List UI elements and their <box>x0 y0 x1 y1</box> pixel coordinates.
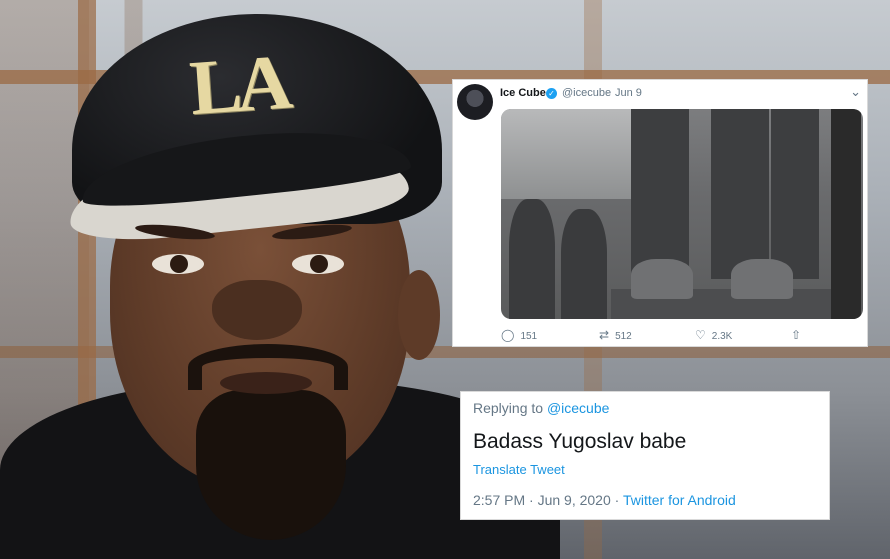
share-button[interactable]: ⇧ <box>791 328 807 342</box>
screenshot-canvas: LA Ice Cube ✓ @icecube · Jun 9 ⌄ ◯ 151 ⇄… <box>0 0 890 559</box>
legs-figure <box>631 109 689 279</box>
eye <box>292 254 344 274</box>
soldier-figure <box>561 209 607 319</box>
replying-handle-link[interactable]: @icecube <box>547 400 609 416</box>
avatar[interactable] <box>457 84 493 120</box>
retweet-count: 512 <box>615 331 632 342</box>
heart-icon: ♡ <box>695 328 706 342</box>
cap-logo: LA <box>187 37 290 132</box>
legs-figure <box>771 109 819 279</box>
replying-to-line: Replying to @icecube <box>473 400 609 416</box>
share-icon: ⇧ <box>791 328 802 342</box>
boots <box>631 259 693 299</box>
ear <box>398 270 440 360</box>
tweet-source-link[interactable]: Twitter for Android <box>623 492 736 508</box>
author-handle[interactable]: @icecube <box>562 87 611 99</box>
reply-text: Badass Yugoslav babe <box>473 430 687 453</box>
goatee <box>196 390 346 540</box>
author-name[interactable]: Ice Cube <box>500 87 546 99</box>
reply-button[interactable]: ◯ 151 <box>501 328 537 342</box>
reply-icon: ◯ <box>501 328 515 342</box>
tweet-image[interactable] <box>501 109 863 319</box>
tweet-meta: 2:57 PM · Jun 9, 2020 · Twitter for Andr… <box>473 492 736 508</box>
tree-trunk <box>831 109 861 319</box>
like-button[interactable]: ♡ 2.3K <box>695 328 732 342</box>
eye <box>152 254 204 274</box>
nose <box>212 280 302 340</box>
reply-tweet-card[interactable]: Replying to @icecube Badass Yugoslav bab… <box>461 392 829 519</box>
tweet-actions: ◯ 151 ⇄ 512 ♡ 2.3K ⇧ <box>501 328 863 344</box>
chevron-down-icon[interactable]: ⌄ <box>850 84 861 100</box>
reply-count: 151 <box>520 331 538 342</box>
retweet-icon: ⇄ <box>599 328 610 342</box>
legs-figure <box>711 109 769 279</box>
lips <box>220 372 312 394</box>
retweet-button[interactable]: ⇄ 512 <box>599 328 632 342</box>
like-count: 2.3K <box>711 331 733 342</box>
translate-tweet-link[interactable]: Translate Tweet <box>473 462 565 477</box>
separator: · <box>606 87 610 99</box>
reply-timestamp[interactable]: 2:57 PM · Jun 9, 2020 · <box>473 492 623 508</box>
replying-prefix: Replying to <box>473 400 544 416</box>
verified-badge-icon: ✓ <box>546 88 557 99</box>
soldier-figure <box>509 199 555 319</box>
tweet-card[interactable]: Ice Cube ✓ @icecube · Jun 9 ⌄ ◯ 151 ⇄ 512 <box>453 80 867 346</box>
tweet-date[interactable]: Jun 9 <box>615 87 642 99</box>
boots <box>731 259 793 299</box>
